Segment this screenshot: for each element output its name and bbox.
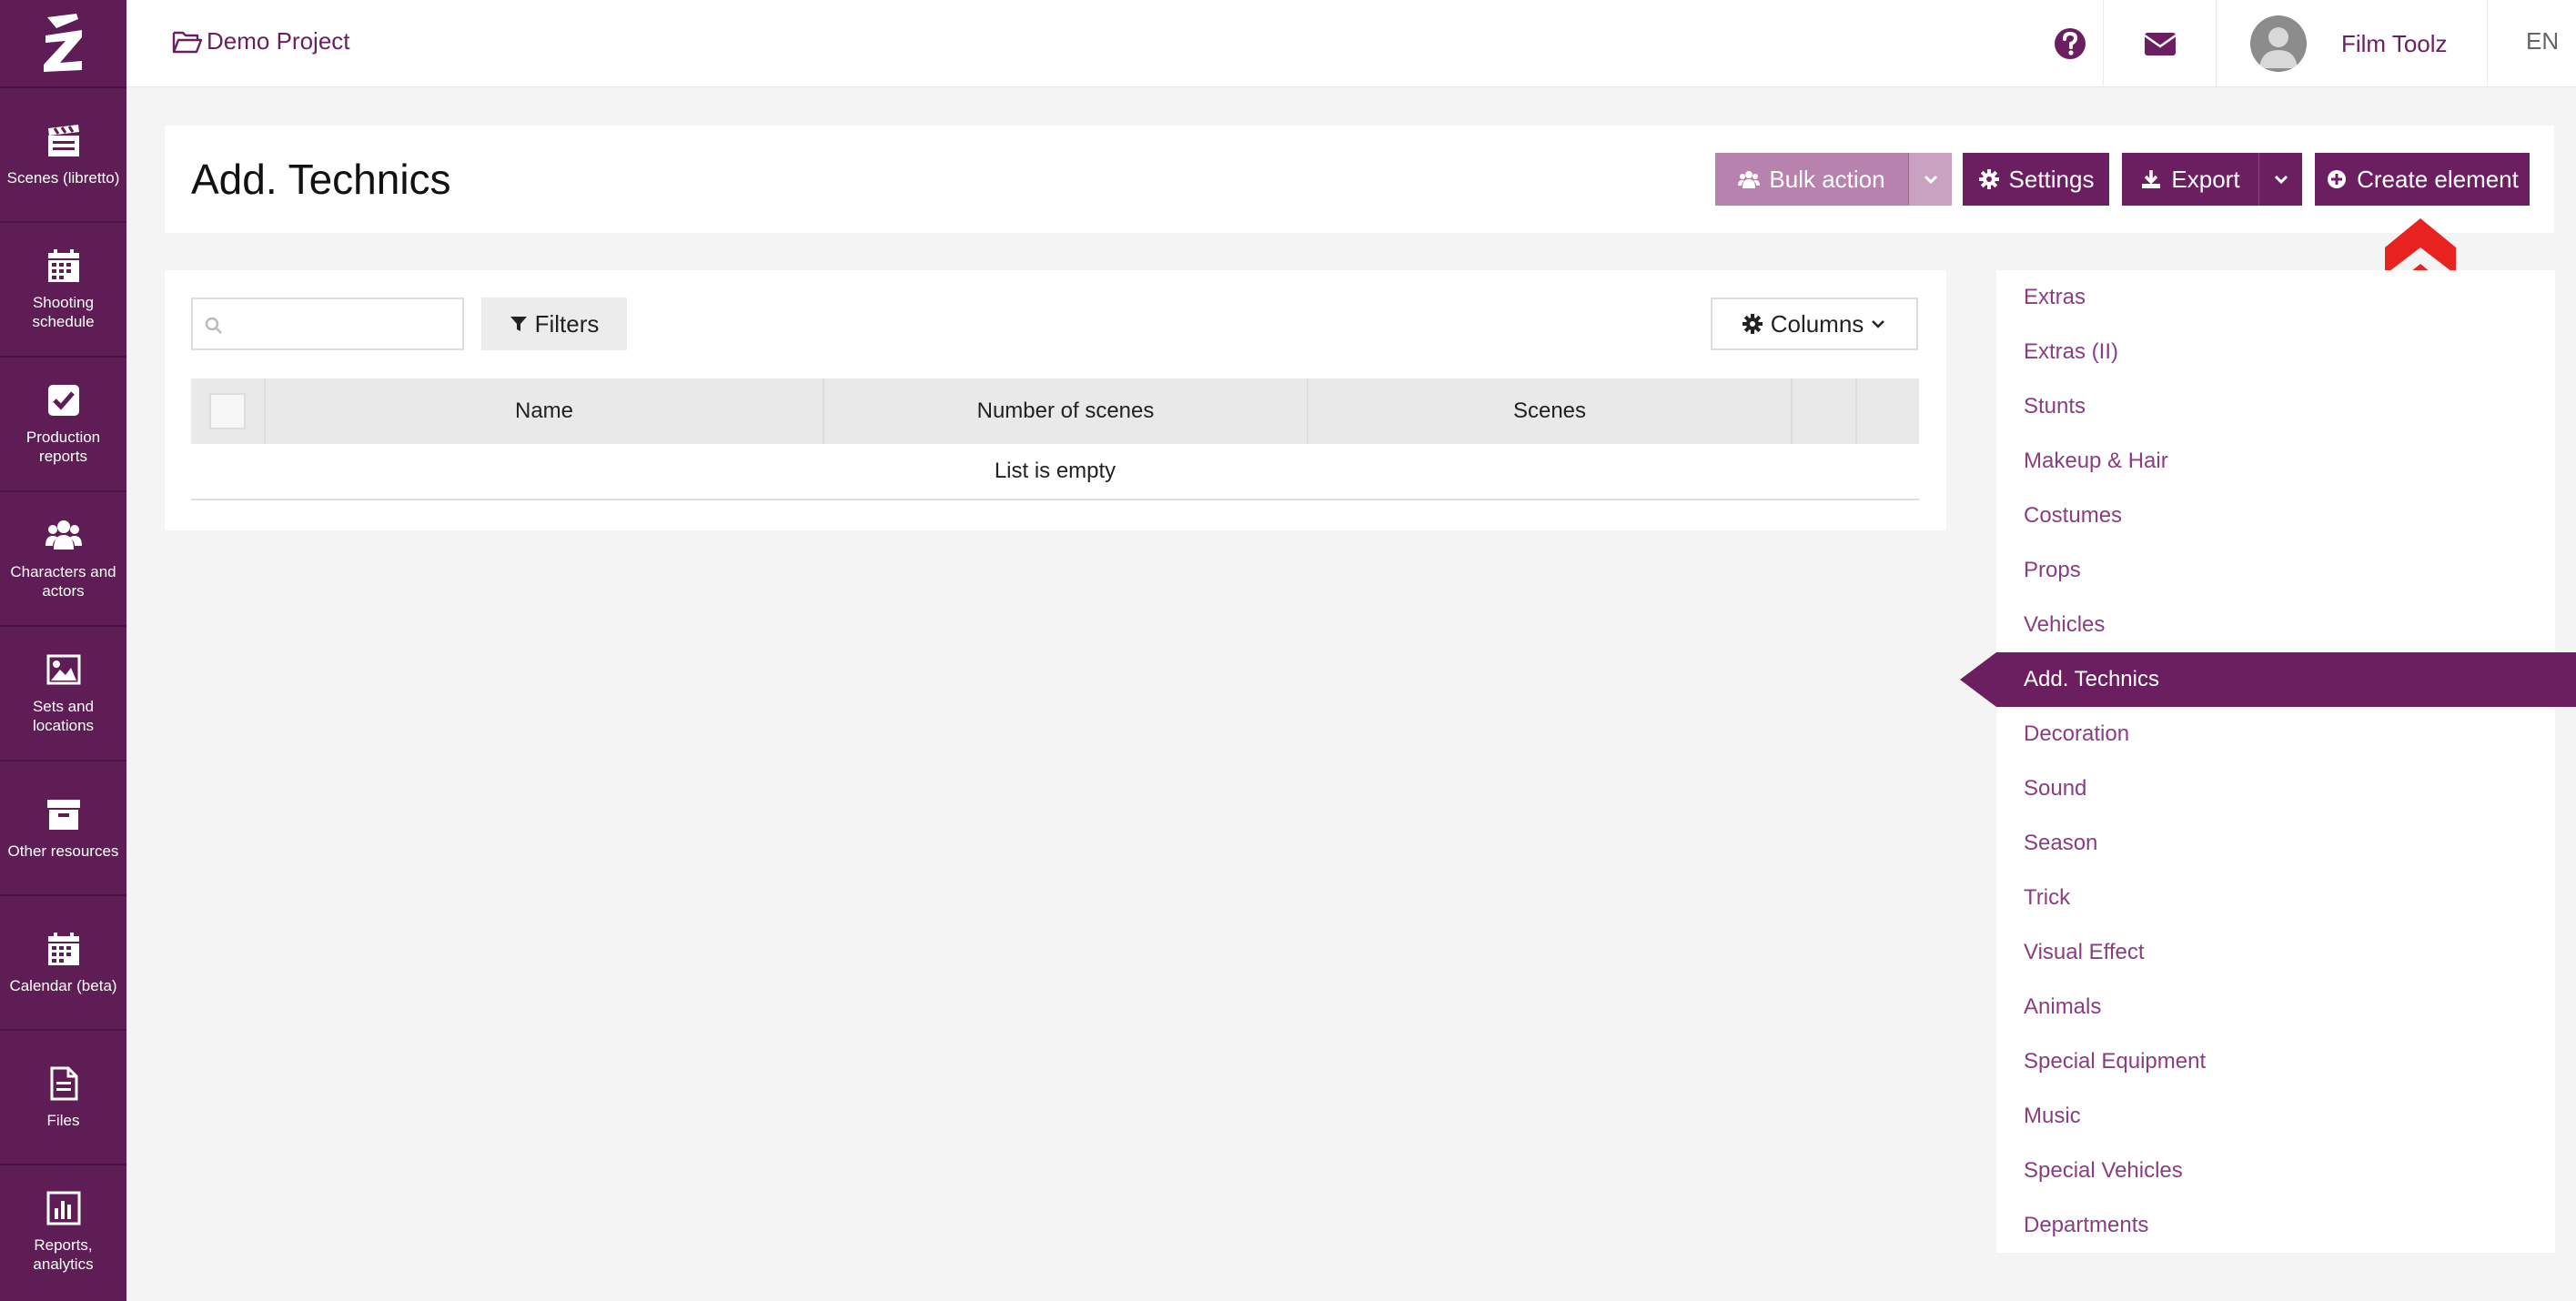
- messages-button[interactable]: [2103, 0, 2216, 87]
- category-animals[interactable]: Animals: [2024, 980, 2101, 1034]
- category-props[interactable]: Props: [2024, 543, 2081, 598]
- category-vehicles[interactable]: Vehicles: [2024, 598, 2105, 652]
- clapperboard-icon: [47, 124, 79, 156]
- project-selector[interactable]: Demo Project: [172, 27, 350, 55]
- elements-list-panel: Filters Columns Name Number of scenes Sc…: [165, 270, 1946, 530]
- select-all-checkbox[interactable]: [209, 393, 246, 429]
- category-visual-effect[interactable]: Visual Effect: [2024, 925, 2145, 980]
- nav-characters-label: Characters and actors: [10, 563, 116, 600]
- columns-label: Columns: [1770, 309, 1864, 338]
- filter-icon: [510, 317, 527, 331]
- category-music[interactable]: Music: [2024, 1089, 2081, 1144]
- category-stunts[interactable]: Stunts: [2024, 379, 2086, 434]
- column-header-scenes[interactable]: Scenes: [1307, 378, 1791, 444]
- user-name: Film Toolz: [2341, 29, 2448, 57]
- image-icon: [46, 654, 80, 685]
- category-costumes[interactable]: Costumes: [2024, 489, 2122, 543]
- column-header-extra-2: [1855, 378, 1919, 444]
- calendar-icon: [47, 249, 79, 282]
- category-departments[interactable]: Departments: [2024, 1198, 2148, 1253]
- category-extras-ii[interactable]: Extras (II): [2024, 325, 2118, 379]
- select-all-cell: [191, 378, 264, 444]
- export-dropdown[interactable]: [2258, 153, 2302, 206]
- columns-button[interactable]: Columns: [1711, 298, 1918, 350]
- app-logo[interactable]: [0, 0, 126, 86]
- bulk-action-dropdown[interactable]: [1908, 153, 1952, 206]
- category-list: Extras Extras (II) Stunts Makeup & Hair …: [1996, 270, 2555, 1253]
- nav-shooting-schedule[interactable]: Shooting schedule: [0, 221, 126, 356]
- category-extras[interactable]: Extras: [2024, 270, 2086, 325]
- project-name: Demo Project: [207, 27, 350, 55]
- nav-files-label: Files: [46, 1111, 80, 1129]
- empty-list-message: List is empty: [191, 444, 1919, 500]
- search-icon: [205, 317, 222, 334]
- nav-calendar-label: Calendar (beta): [9, 976, 117, 994]
- category-season[interactable]: Season: [2024, 816, 2097, 871]
- nav-scenes-label: Scenes (libretto): [6, 168, 120, 187]
- nav-sets-label: Sets and locations: [32, 698, 95, 734]
- settings-button[interactable]: Settings: [1963, 153, 2109, 206]
- bulk-action-label: Bulk action: [1769, 165, 1885, 193]
- z-logo-icon: [43, 13, 82, 72]
- category-decoration[interactable]: Decoration: [2024, 707, 2129, 761]
- gear-icon: [1742, 314, 1763, 334]
- language-selector[interactable]: EN: [2526, 27, 2559, 55]
- nav-scenes[interactable]: Scenes (libretto): [0, 86, 126, 221]
- create-element-button[interactable]: Create element: [2315, 153, 2530, 206]
- nav-reports-analytics[interactable]: Reports, analytics: [0, 1164, 126, 1298]
- filters-label: Filters: [534, 309, 600, 338]
- calendar-grid-icon: [47, 932, 79, 965]
- nav-files[interactable]: Files: [0, 1029, 126, 1164]
- question-circle-icon: [2054, 28, 2086, 59]
- sidebar: Scenes (libretto) Shooting schedule Prod…: [0, 0, 126, 1301]
- column-header-extra-1: [1791, 378, 1855, 444]
- page-header: Add. Technics Bulk action Settings Expor…: [165, 126, 2554, 233]
- search-input[interactable]: [191, 298, 464, 350]
- top-bar: Demo Project Film Toolz EN: [126, 0, 2576, 87]
- nav-production-reports[interactable]: Production reports: [0, 356, 126, 490]
- category-add-technics[interactable]: Add. Technics: [2024, 652, 2159, 707]
- column-header-number-of-scenes[interactable]: Number of scenes: [823, 378, 1307, 444]
- separator: [2216, 0, 2217, 87]
- nav-calendar[interactable]: Calendar (beta): [0, 894, 126, 1029]
- nav-shooting-schedule-label: Shooting schedule: [32, 294, 95, 330]
- category-makeup-hair[interactable]: Makeup & Hair: [2024, 434, 2168, 489]
- bulk-action-button[interactable]: Bulk action: [1715, 153, 1908, 206]
- table-header: Name Number of scenes Scenes: [191, 378, 1919, 444]
- page-title: Add. Technics: [191, 156, 451, 203]
- column-header-name[interactable]: Name: [264, 378, 823, 444]
- users-icon: [1738, 171, 1761, 188]
- archive-box-icon: [46, 799, 80, 830]
- chevron-down-icon: [2274, 175, 2288, 185]
- gear-icon: [1978, 169, 1999, 189]
- download-icon: [2142, 170, 2161, 188]
- category-sound[interactable]: Sound: [2024, 761, 2086, 816]
- nav-characters-actors[interactable]: Characters and actors: [0, 490, 126, 625]
- nav-sets-locations[interactable]: Sets and locations: [0, 625, 126, 760]
- category-special-equipment[interactable]: Special Equipment: [2024, 1034, 2206, 1089]
- separator: [2487, 0, 2488, 87]
- category-trick[interactable]: Trick: [2024, 871, 2070, 925]
- nav-reports-label: Reports, analytics: [33, 1236, 94, 1273]
- nav-other-resources[interactable]: Other resources: [0, 760, 126, 894]
- avatar: [2250, 15, 2307, 72]
- folder-open-icon: [172, 31, 203, 53]
- chevron-down-icon: [1872, 320, 1885, 328]
- export-label: Export: [2171, 165, 2240, 193]
- nav-other-resources-label: Other resources: [7, 842, 119, 860]
- filters-button[interactable]: Filters: [481, 298, 627, 350]
- settings-label: Settings: [2008, 165, 2095, 193]
- file-icon: [50, 1066, 77, 1100]
- create-element-label: Create element: [2357, 165, 2519, 193]
- export-button[interactable]: Export: [2122, 153, 2258, 206]
- chevron-down-icon: [1924, 175, 1937, 185]
- plus-circle-icon: [2328, 170, 2347, 188]
- nav-production-reports-label: Production reports: [25, 429, 101, 465]
- envelope-icon: [2143, 33, 2177, 55]
- user-menu[interactable]: Film Toolz: [2250, 0, 2448, 87]
- users-icon: [45, 520, 82, 550]
- checkbox-icon: [47, 385, 79, 416]
- bar-chart-icon: [46, 1191, 80, 1225]
- category-special-vehicles[interactable]: Special Vehicles: [2024, 1144, 2183, 1198]
